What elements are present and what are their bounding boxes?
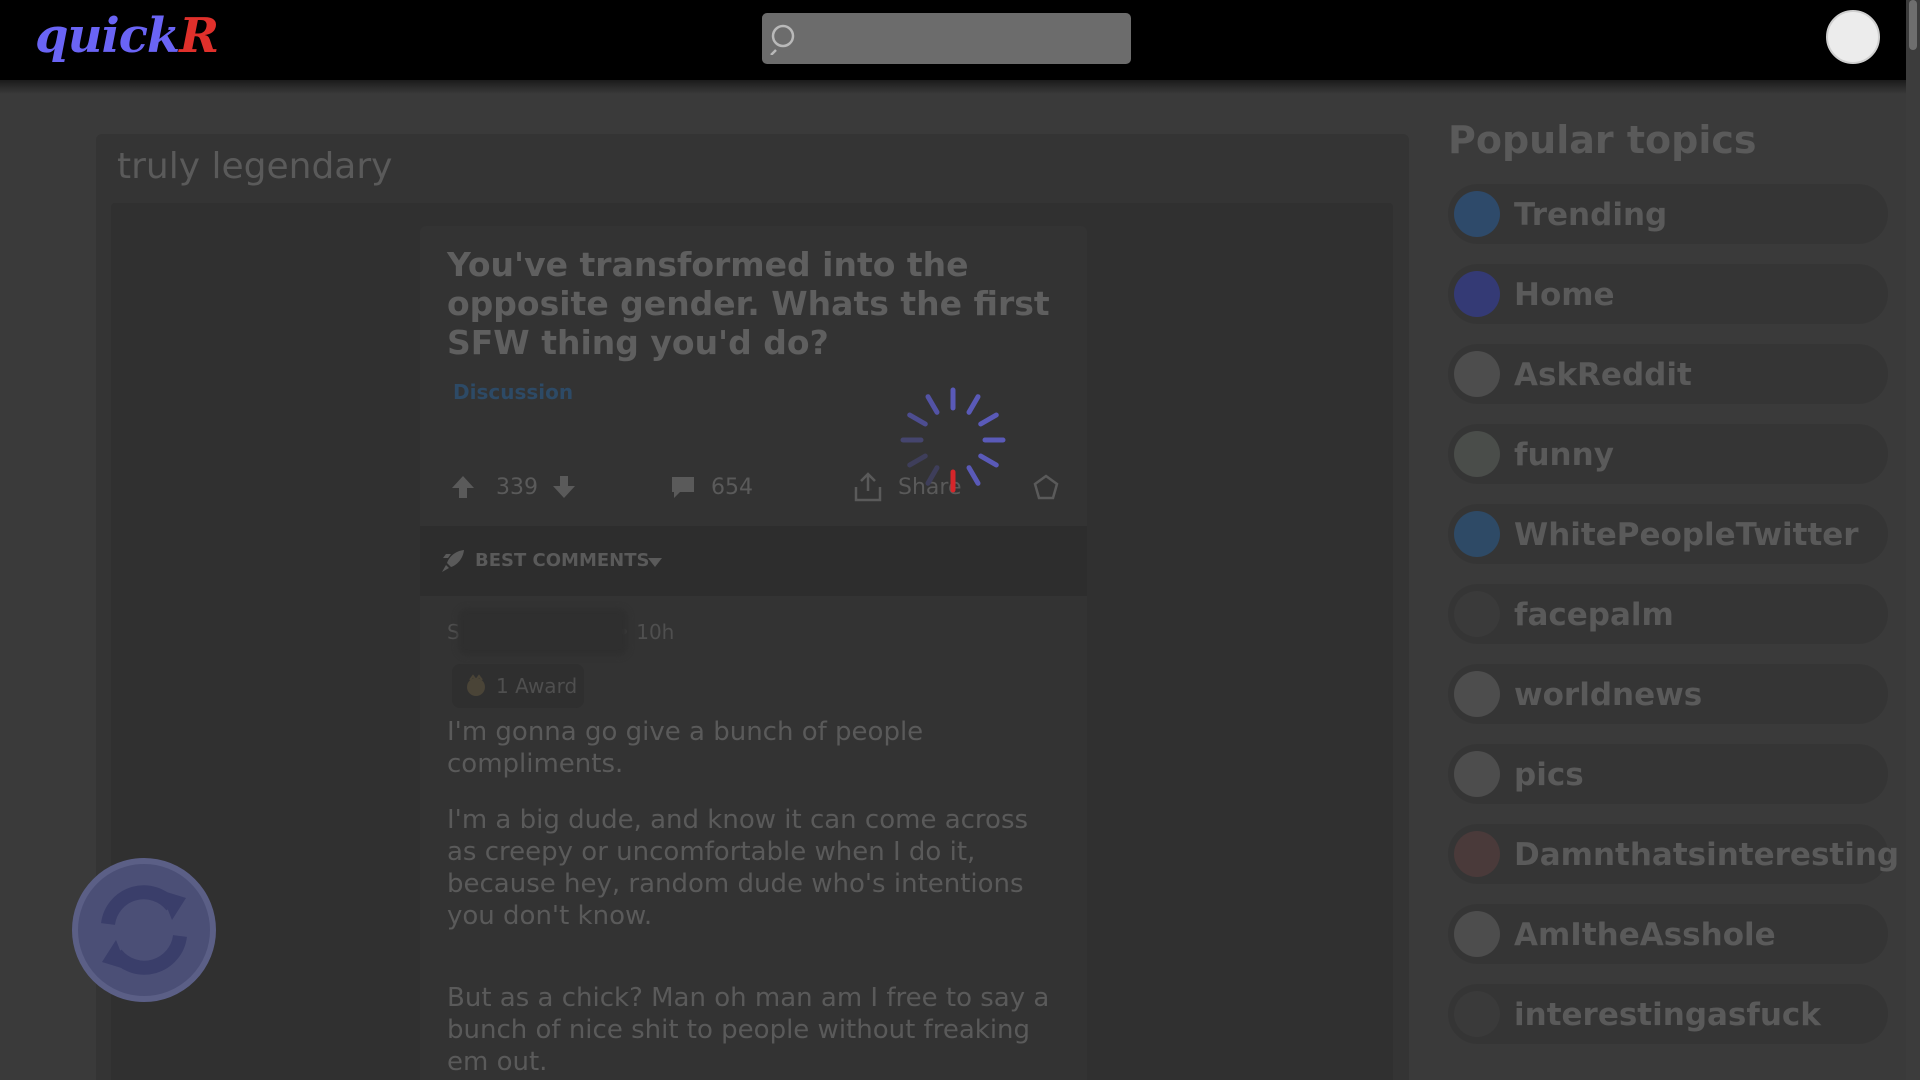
award-label: 1 Award	[496, 674, 578, 698]
downvote-icon	[553, 476, 575, 498]
topic-item-askreddit[interactable]: AskReddit	[1448, 344, 1888, 404]
refresh-button[interactable]	[72, 858, 216, 1002]
topic-item-amitheasshole[interactable]: AmItheAsshole	[1448, 904, 1888, 964]
post-flair[interactable]: Discussion	[453, 380, 573, 404]
page-scrollbar[interactable]	[1906, 0, 1920, 1080]
comment-icon	[672, 477, 694, 498]
topic-label: AmItheAsshole	[1514, 917, 1776, 953]
top-bar-shadow	[0, 80, 1906, 94]
topic-item-whitepeopletwitter[interactable]: WhitePeopleTwitter	[1448, 504, 1888, 564]
chevron-down-icon	[648, 558, 662, 567]
redacted-username	[458, 608, 628, 656]
avatar[interactable]	[1826, 10, 1880, 64]
comment-sort-bar[interactable]: BEST COMMENTS	[420, 526, 1087, 596]
save-button[interactable]	[1032, 465, 1060, 509]
topic-label: pics	[1514, 757, 1584, 793]
scrollbar-thumb[interactable]	[1909, 0, 1917, 50]
comment-count: 654	[711, 474, 753, 500]
award-icon	[467, 674, 485, 696]
askreddit-icon	[1454, 351, 1500, 397]
home-icon	[1454, 271, 1500, 317]
loading-spinner-icon	[900, 387, 1006, 493]
topic-label: WhitePeopleTwitter	[1514, 517, 1859, 553]
comment-paragraph: I'm a big dude, and know it can come acr…	[447, 805, 1029, 931]
topic-label: funny	[1514, 437, 1614, 473]
logo-text-primary: quick	[35, 8, 180, 64]
topic-item-interestingasfuck[interactable]: interestingasfuck	[1448, 984, 1888, 1044]
interestingasfuck-icon	[1454, 991, 1500, 1037]
topic-item-damnthatsinteresting[interactable]: Damnthatsinteresting	[1448, 824, 1899, 884]
comment-paragraph: But as a chick? Man oh man am I free to …	[447, 983, 1050, 1077]
refresh-icon	[101, 885, 187, 975]
share-icon	[854, 472, 882, 502]
award-badge[interactable]: 1 Award	[452, 664, 584, 708]
camera-icon	[1454, 751, 1500, 797]
trending-icon	[1454, 191, 1500, 237]
award-outline-icon	[1033, 474, 1059, 500]
post-title[interactable]: You've transformed into the opposite gen…	[447, 245, 1067, 362]
topic-item-home[interactable]: Home	[1448, 264, 1888, 324]
topic-item-pics[interactable]: pics	[1448, 744, 1888, 804]
topic-label: worldnews	[1514, 677, 1703, 713]
topic-label: Damnthatsinteresting	[1514, 837, 1900, 873]
twitter-bird-icon	[1454, 511, 1500, 557]
topic-item-funny[interactable]: funny	[1448, 424, 1888, 484]
sort-label[interactable]: BEST COMMENTS	[475, 550, 649, 571]
topic-label: AskReddit	[1514, 357, 1692, 393]
post-score: 339	[496, 474, 538, 500]
comment-paragraph: I'm gonna go give a bunch of people comp…	[447, 717, 924, 779]
megaphone-icon	[1454, 671, 1500, 717]
topic-item-trending[interactable]: Trending	[1448, 184, 1888, 244]
comments-button[interactable]	[670, 465, 696, 509]
funny-icon	[1454, 431, 1500, 477]
facepalm-icon	[1454, 591, 1500, 637]
interesting-icon	[1454, 831, 1500, 877]
topic-label: facepalm	[1514, 597, 1674, 633]
search-icon	[770, 24, 795, 55]
aita-icon	[1454, 911, 1500, 957]
topic-label: Trending	[1514, 197, 1668, 233]
feed-title: truly legendary	[117, 146, 393, 187]
upvote-icon	[452, 476, 474, 498]
sidebar-title: Popular topics	[1448, 118, 1757, 162]
logo-text-accent: R	[179, 8, 219, 64]
topic-item-facepalm[interactable]: facepalm	[1448, 584, 1888, 644]
search-input[interactable]	[762, 13, 1131, 64]
topic-item-worldnews[interactable]: worldnews	[1448, 664, 1888, 724]
rocket-icon	[442, 550, 464, 572]
upvote-button[interactable]	[450, 465, 476, 509]
downvote-button[interactable]	[551, 465, 577, 509]
topic-label: Home	[1514, 277, 1615, 313]
topic-label: interestingasfuck	[1514, 997, 1821, 1033]
top-bar: quickR	[0, 0, 1906, 80]
logo[interactable]: quickR	[35, 8, 219, 64]
share-button[interactable]	[852, 465, 884, 509]
